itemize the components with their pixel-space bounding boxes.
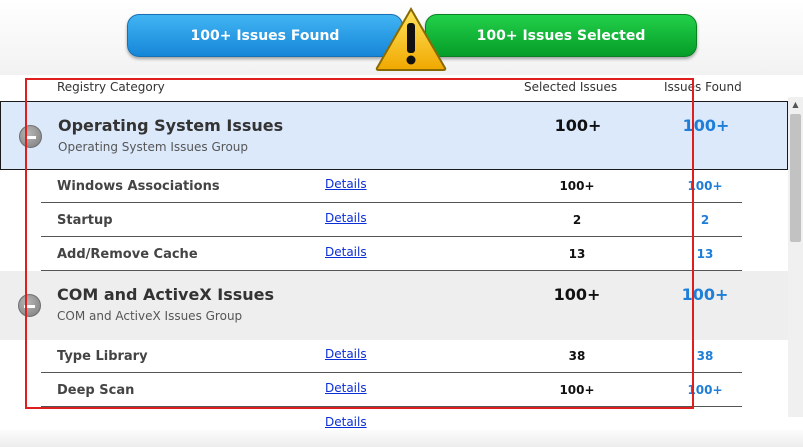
item-name: Add/Remove Cache	[57, 247, 198, 262]
registry-table: Registry Category Selected Issues Issues…	[0, 75, 788, 447]
collapse-icon[interactable]	[19, 125, 42, 148]
column-header-category: Registry Category	[57, 80, 165, 94]
item-name: Windows Associations	[57, 179, 220, 194]
warning-icon	[375, 6, 447, 71]
item-selected-count: 38	[568, 349, 586, 363]
group-title: Operating System Issues	[58, 116, 284, 135]
table-row: Type Library Details 38 38	[41, 339, 742, 373]
item-found-count: 38	[696, 349, 714, 363]
item-found-count: 100+	[687, 383, 723, 397]
scroll-thumb[interactable]	[790, 114, 801, 242]
vertical-scrollbar[interactable]: ▲	[788, 97, 803, 417]
scroll-up-icon[interactable]: ▲	[788, 97, 803, 112]
details-link[interactable]: Details	[325, 245, 367, 259]
group-row-operating-system[interactable]: Operating System Issues Operating System…	[0, 101, 788, 170]
bottom-fade	[0, 430, 803, 447]
item-name: Type Library	[57, 349, 148, 364]
group-subtitle: Operating System Issues Group	[58, 140, 249, 154]
group-subtitle: COM and ActiveX Issues Group	[57, 309, 243, 323]
item-selected-count: 13	[568, 247, 586, 261]
group-title: COM and ActiveX Issues	[57, 285, 274, 304]
details-link[interactable]: Details	[325, 211, 367, 225]
column-header-found: Issues Found	[664, 80, 742, 94]
item-name: Startup	[57, 213, 113, 228]
group-selected-count: 100+	[553, 285, 601, 304]
details-link[interactable]: Details	[325, 381, 367, 395]
item-found-count: 13	[696, 247, 714, 261]
details-link[interactable]: Details	[325, 415, 367, 429]
item-selected-count: 2	[572, 213, 582, 227]
table-row: Startup Details 2 2	[41, 203, 742, 237]
details-link[interactable]: Details	[325, 177, 367, 191]
group-row-com-activex[interactable]: COM and ActiveX Issues COM and ActiveX I…	[0, 271, 788, 340]
item-selected-count: 100+	[559, 179, 595, 193]
item-found-count: 100+	[687, 179, 723, 193]
item-name: Deep Scan	[57, 383, 135, 398]
summary-bar: 100+ Issues Found 100+ Issues Selected	[0, 0, 803, 75]
issues-found-label: 100+ Issues Found	[190, 27, 340, 44]
collapse-icon[interactable]	[18, 294, 41, 317]
details-link[interactable]: Details	[325, 347, 367, 361]
table-row: Windows Associations Details 100+ 100+	[41, 169, 742, 203]
issues-selected-button[interactable]: 100+ Issues Selected	[425, 14, 697, 57]
column-header-selected: Selected Issues	[524, 80, 618, 94]
issues-selected-label: 100+ Issues Selected	[476, 27, 646, 44]
item-found-count: 2	[700, 213, 710, 227]
item-selected-count: 100+	[559, 383, 595, 397]
table-row: Add/Remove Cache Details 13 13	[41, 237, 742, 271]
table-row: Deep Scan Details 100+ 100+	[41, 373, 742, 407]
group-found-count: 100+	[681, 285, 729, 304]
group-selected-count: 100+	[554, 116, 602, 135]
group-found-count: 100+	[682, 116, 730, 135]
issues-found-button[interactable]: 100+ Issues Found	[127, 14, 403, 57]
